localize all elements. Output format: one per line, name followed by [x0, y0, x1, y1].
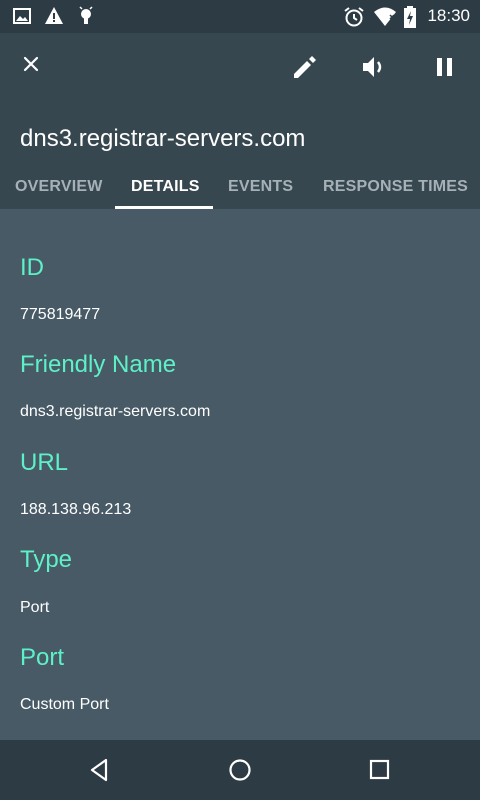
app-bar: dns3.registrar-servers.com OVERVIEW DETA…	[0, 33, 480, 209]
url-value: 188.138.96.213	[20, 501, 132, 518]
pause-button[interactable]	[427, 49, 463, 85]
id-label: ID	[20, 254, 44, 281]
home-button[interactable]	[225, 755, 255, 785]
home-icon	[229, 759, 251, 781]
navigation-bar	[0, 740, 480, 800]
battery-charging-icon	[403, 6, 417, 28]
url-label: URL	[20, 449, 69, 476]
volume-button[interactable]	[357, 49, 393, 85]
warning-icon	[44, 6, 64, 26]
port-label: Port	[20, 644, 65, 671]
tab-bar: OVERVIEW DETAILS EVENTS RESPONSE TIMES	[0, 170, 480, 209]
status-time: 18:30	[427, 6, 470, 25]
status-left-icons	[12, 6, 96, 26]
pause-icon	[437, 58, 452, 76]
status-bar: 18:30	[0, 0, 480, 33]
edit-button[interactable]	[287, 49, 323, 85]
page-title: dns3.registrar-servers.com	[20, 125, 306, 152]
screen: 18:30 dns3.registrar-servers.com OVERVIE…	[0, 0, 480, 800]
close-button[interactable]	[14, 47, 48, 81]
recent-apps-button[interactable]	[365, 755, 395, 785]
edit-icon	[294, 56, 316, 78]
back-button[interactable]	[85, 755, 115, 785]
android-debug-icon	[76, 6, 96, 26]
tab-details[interactable]: DETAILS	[131, 178, 200, 196]
friendly-name-label: Friendly Name	[20, 351, 177, 378]
alarm-icon	[343, 6, 365, 27]
tab-overview[interactable]: OVERVIEW	[15, 178, 103, 196]
volume-icon	[363, 57, 382, 77]
tab-events[interactable]: EVENTS	[228, 178, 293, 196]
recent-apps-icon	[369, 759, 390, 780]
close-icon	[23, 56, 39, 72]
port-value: Custom Port	[20, 696, 109, 713]
friendly-name-value: dns3.registrar-servers.com	[20, 403, 211, 420]
back-icon	[90, 758, 108, 782]
image-icon	[12, 6, 32, 26]
wifi-icon	[373, 6, 397, 26]
status-right-icons: 18:30	[343, 4, 470, 28]
id-value: 775819477	[20, 306, 101, 323]
type-value: Port	[20, 599, 50, 616]
tab-response-times[interactable]: RESPONSE TIMES	[323, 178, 468, 196]
type-label: Type	[20, 546, 73, 573]
details-panel: ID 775819477 Friendly Name dns3.registra…	[0, 209, 480, 740]
